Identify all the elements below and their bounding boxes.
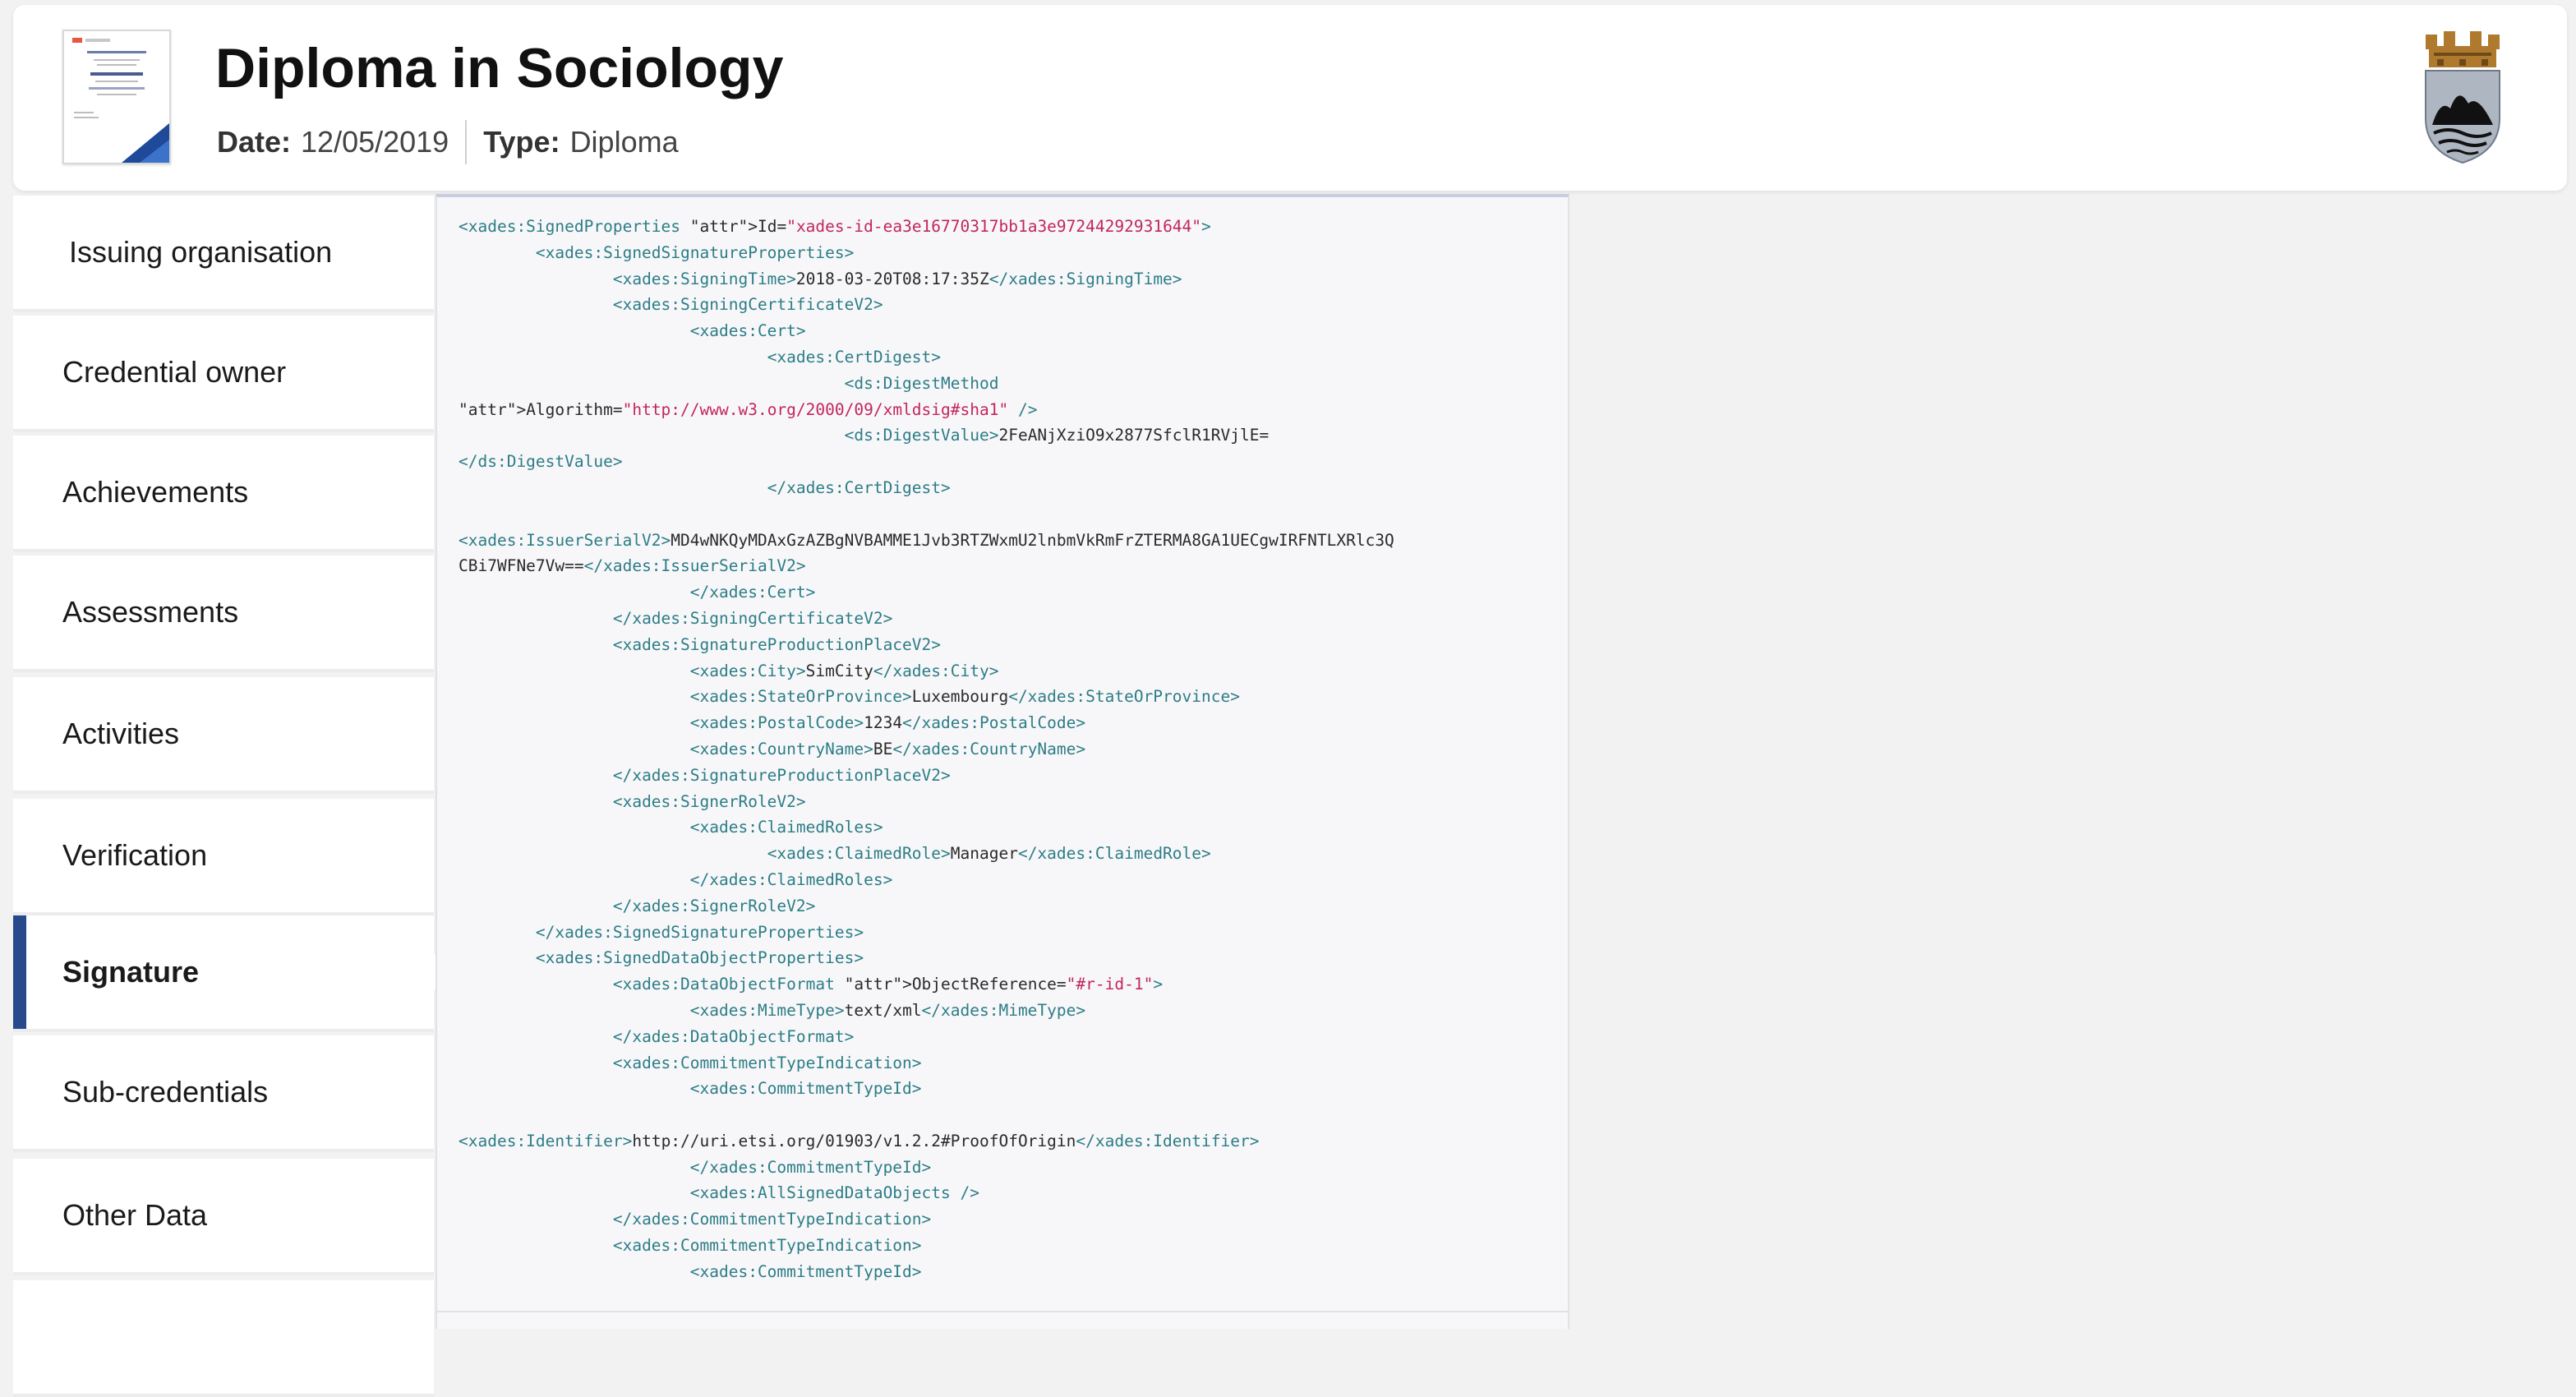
sidebar-item-label: Credential owner [62, 355, 287, 389]
credential-header: Diploma in Sociology Date: 12/05/2019 Ty… [13, 5, 2567, 191]
signature-xml-code: <xades:SignedProperties "attr">Id="xades… [459, 217, 1394, 1281]
sidebar-item-activities[interactable]: Activities [13, 677, 434, 794]
code-panel-scrollbar[interactable] [437, 1311, 1568, 1329]
sidebar-item-label: Verification [62, 838, 208, 872]
date-value: 12/05/2019 [301, 125, 449, 159]
sidebar-item-credential-owner[interactable]: Credential owner [13, 316, 434, 432]
sidebar-item-signature[interactable]: Signature [13, 915, 434, 1032]
type-label: Type: [483, 125, 560, 159]
sidebar-item-achievements[interactable]: Achievements [13, 436, 434, 552]
sidebar-item-label: Assessments [62, 595, 239, 629]
sidebar-item-issuing-organisation[interactable]: Issuing organisation [13, 196, 434, 312]
sidebar-item-label: Achievements [62, 475, 249, 509]
signature-xml-panel[interactable]: <xades:SignedProperties "attr">Id="xades… [435, 194, 1569, 1329]
certificate-thumbnail[interactable] [62, 30, 171, 164]
sidebar-item-label: Signature [62, 955, 200, 989]
sidebar-item-label: Activities [62, 717, 180, 750]
sidebar-item-label: Other Data [62, 1198, 208, 1232]
crest-icon [2425, 31, 2500, 164]
sidebar-item-label: Sub-credentials [62, 1075, 269, 1109]
date-label: Date: [217, 125, 292, 159]
certificate-thumbnail-icon [64, 31, 169, 163]
page-title: Diploma in Sociology [215, 37, 784, 99]
credential-meta: Date: 12/05/2019 Type: Diploma [217, 120, 679, 164]
sidebar-item-verification[interactable]: Verification [13, 799, 434, 915]
type-value: Diploma [569, 125, 679, 159]
sidebar-nav: Issuing organisation Credential owner Ac… [13, 196, 434, 1397]
sidebar-item-assessments[interactable]: Assessments [13, 556, 434, 672]
meta-divider [465, 120, 468, 164]
sidebar-item-more[interactable] [13, 1280, 434, 1397]
sidebar-item-sub-credentials[interactable]: Sub-credentials [13, 1035, 434, 1152]
sidebar-item-label: Issuing organisation [69, 235, 333, 269]
sidebar-item-other-data[interactable]: Other Data [13, 1159, 434, 1275]
municipal-crest-logo [2417, 28, 2508, 166]
